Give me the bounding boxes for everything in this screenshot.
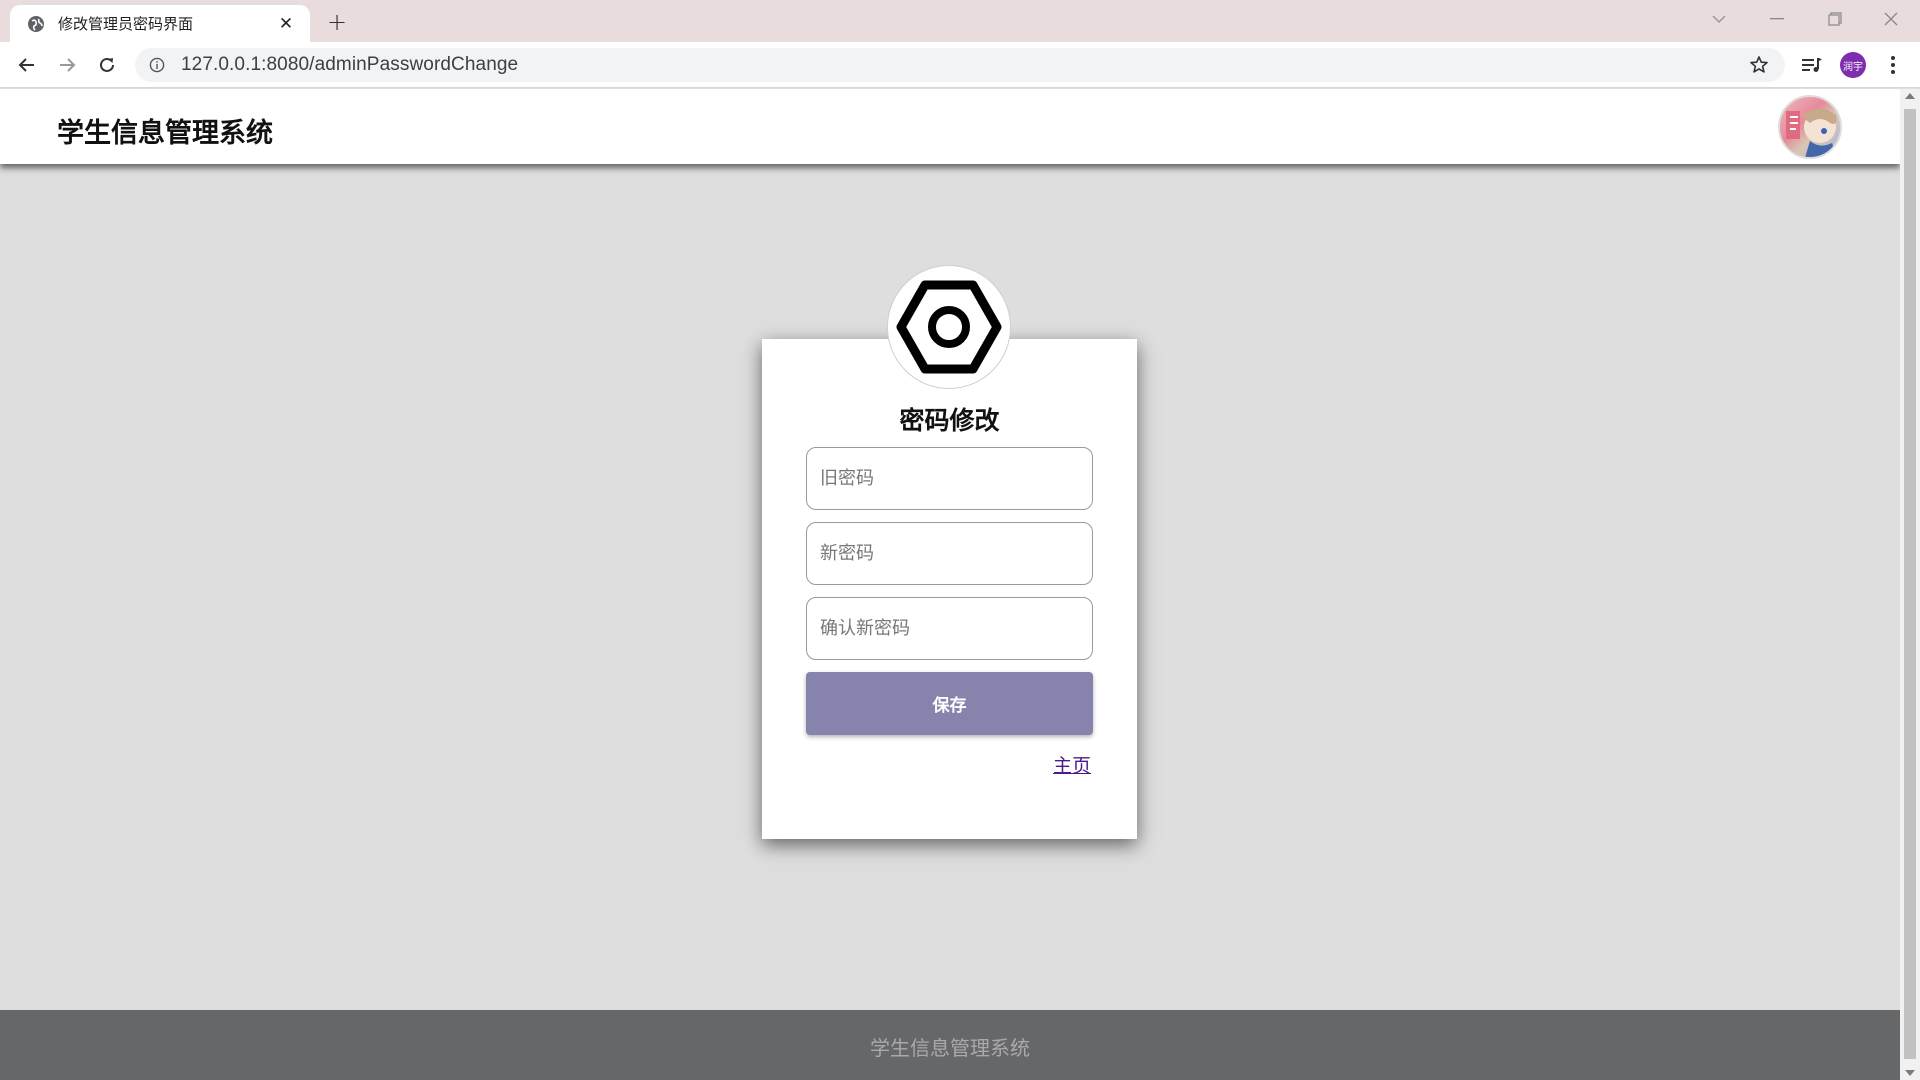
minimize-icon[interactable]: [1748, 0, 1806, 38]
profile-avatar[interactable]: 润宇: [1837, 49, 1869, 81]
bookmark-star-icon[interactable]: [1747, 53, 1771, 77]
scroll-down-arrow-icon[interactable]: [1905, 1070, 1915, 1076]
settings-hexagon-icon: [887, 265, 1011, 389]
globe-icon: [26, 14, 46, 34]
footer-text: 学生信息管理系统: [870, 1036, 1030, 1060]
new-tab-button[interactable]: +: [322, 7, 352, 37]
browser-tab-bar: 修改管理员密码界面 ✕ +: [0, 0, 1920, 42]
page-viewport: 学生信息管理系统 密码修改 保存 主页 学生信息管理系统: [0, 89, 1900, 1080]
browser-toolbar: 127.0.0.1:8080/adminPasswordChange 润宇: [0, 42, 1920, 88]
close-tab-icon[interactable]: ✕: [274, 12, 298, 36]
info-icon[interactable]: [147, 55, 167, 75]
media-control-icon[interactable]: [1796, 49, 1828, 81]
save-button[interactable]: 保存: [806, 672, 1093, 735]
restore-icon[interactable]: [1806, 0, 1864, 38]
scroll-up-arrow-icon[interactable]: [1905, 93, 1915, 99]
site-header: 学生信息管理系统: [0, 89, 1900, 164]
tab-search-icon[interactable]: [1690, 0, 1748, 38]
user-avatar[interactable]: [1778, 95, 1842, 159]
home-link[interactable]: 主页: [1053, 751, 1091, 778]
close-window-icon[interactable]: [1862, 0, 1920, 38]
address-bar[interactable]: 127.0.0.1:8080/adminPasswordChange: [135, 48, 1785, 82]
forward-arrow-icon[interactable]: [51, 49, 83, 81]
back-arrow-icon[interactable]: [11, 49, 43, 81]
site-title: 学生信息管理系统: [57, 118, 273, 149]
new-password-input[interactable]: [806, 522, 1093, 585]
page-scrollbar[interactable]: [1900, 89, 1920, 1080]
form-title: 密码修改: [899, 406, 1000, 435]
old-password-input[interactable]: [806, 447, 1093, 510]
confirm-password-input[interactable]: [806, 597, 1093, 660]
reload-icon[interactable]: [91, 49, 123, 81]
menu-kebab-icon[interactable]: [1877, 49, 1909, 81]
url-text: 127.0.0.1:8080/adminPasswordChange: [181, 54, 519, 75]
tab-title: 修改管理员密码界面: [58, 15, 194, 33]
site-footer: 学生信息管理系统: [0, 1010, 1900, 1080]
browser-tab-active[interactable]: 修改管理员密码界面 ✕: [10, 5, 310, 42]
scroll-thumb[interactable]: [1904, 109, 1916, 1059]
